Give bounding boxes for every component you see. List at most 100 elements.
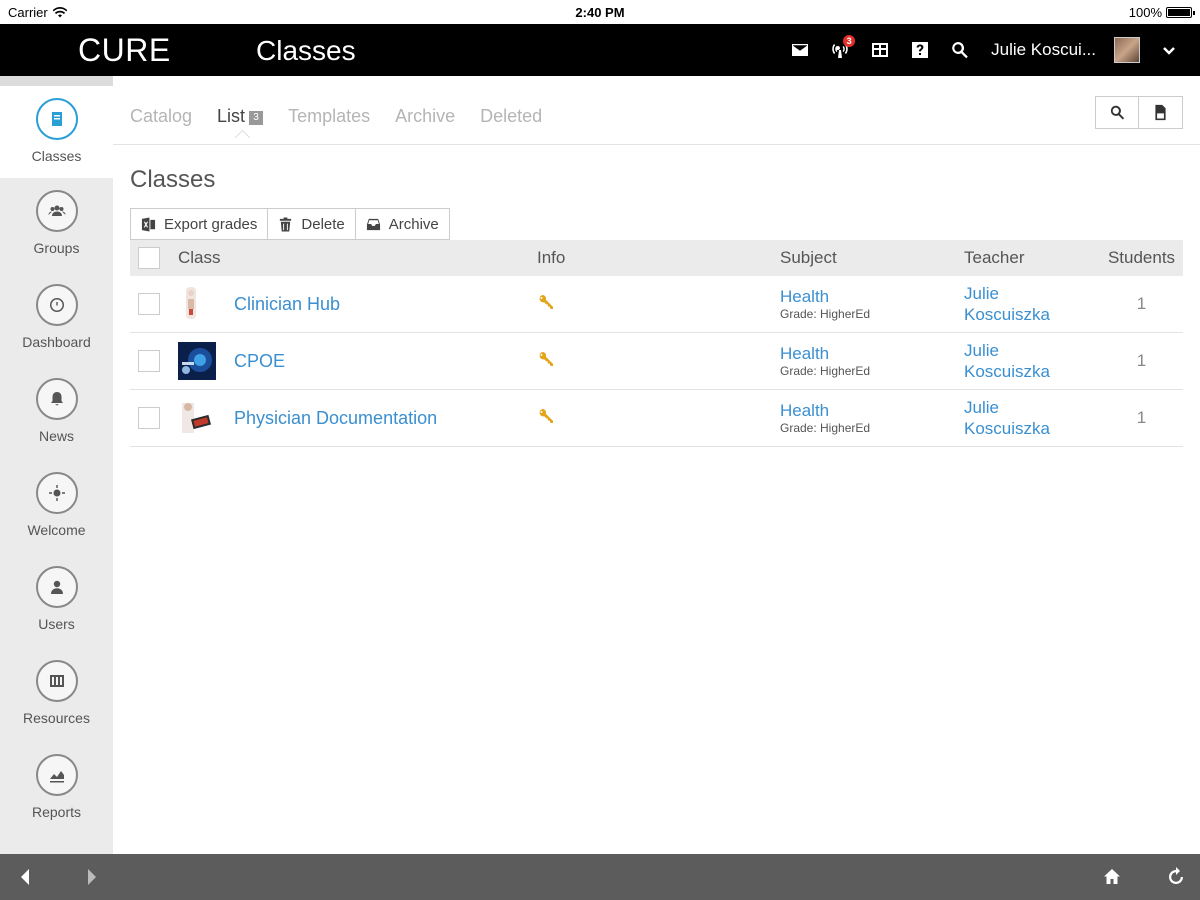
tab-count-badge: 3 [249, 111, 264, 125]
classes-icon [35, 98, 78, 140]
users-icon [35, 566, 78, 608]
reports-icon [35, 754, 78, 796]
delete-button[interactable]: Delete [268, 208, 356, 240]
home-icon [1104, 869, 1120, 884]
key-icon [537, 294, 555, 315]
tabs-divider [113, 144, 1200, 145]
sidebar-item-label: Groups [33, 240, 80, 256]
sidebar-item-label: Users [38, 616, 75, 632]
subject-link[interactable]: Health [780, 401, 964, 421]
column-header-subject[interactable]: Subject [780, 248, 964, 268]
page-title: Classes [256, 35, 356, 66]
teacher-last-name: Koscuiszka [964, 362, 1050, 381]
section-title: Classes [130, 166, 216, 193]
subject-link[interactable]: Health [780, 344, 964, 364]
teacher-link[interactable]: Julie Koscuiszka [964, 397, 1100, 439]
list-pdf-button[interactable] [1139, 96, 1183, 129]
tab-catalog[interactable]: Catalog [130, 106, 192, 127]
avatar[interactable] [1114, 37, 1140, 63]
row-checkbox[interactable] [138, 407, 160, 429]
class-name-link[interactable]: Physician Documentation [234, 408, 437, 429]
mail-button[interactable] [789, 39, 811, 61]
tab-templates[interactable]: Templates [288, 106, 370, 127]
brand-logo[interactable]: CURE [78, 32, 171, 69]
battery-info: 100% [1129, 5, 1195, 20]
forward-arrow-icon [88, 869, 96, 885]
help-button[interactable] [909, 39, 931, 61]
search-button[interactable] [949, 39, 971, 61]
teacher-last-name: Koscuiszka [964, 419, 1050, 438]
list-search-button[interactable] [1095, 96, 1139, 129]
teacher-first-name: Julie [964, 341, 999, 360]
groups-icon [35, 190, 78, 232]
user-menu-button[interactable] [1158, 39, 1180, 61]
bottom-toolbar [0, 854, 1200, 900]
sidebar-item-dashboard[interactable]: Dashboard [0, 272, 113, 366]
delete-label: Delete [301, 215, 345, 233]
tab-label: Templates [288, 106, 371, 126]
grid-icon [872, 43, 889, 57]
tab-archive[interactable]: Archive [395, 106, 455, 127]
key-icon [537, 351, 555, 372]
key-icon [537, 408, 555, 429]
app-header: CURE Classes 3 Julie Koscui... [0, 24, 1200, 76]
forward-button[interactable] [80, 865, 104, 889]
welcome-icon [35, 472, 78, 514]
sidebar-item-reports[interactable]: Reports [0, 742, 113, 836]
sidebar-item-label: News [38, 428, 74, 444]
chevron-down-icon [1163, 47, 1175, 55]
tab-label: Catalog [130, 106, 193, 126]
subject-link[interactable]: Health [780, 287, 964, 307]
sidebar-item-resources[interactable]: Resources [0, 648, 113, 742]
tab-list[interactable]: List 3 [217, 106, 264, 127]
news-icon [35, 378, 78, 420]
sidebar-item-groups[interactable]: Groups [0, 178, 113, 272]
header-toolbar: 3 Julie Koscui... [789, 24, 1180, 76]
teacher-first-name: Julie [964, 398, 999, 417]
select-all-checkbox[interactable] [138, 247, 160, 269]
user-name[interactable]: Julie Koscui... [991, 40, 1096, 60]
students-count[interactable]: 1 [1137, 408, 1146, 427]
search-icon [1110, 105, 1124, 120]
home-button[interactable] [1100, 865, 1124, 889]
export-grades-label: Export grades [164, 215, 258, 233]
refresh-icon [1169, 867, 1183, 884]
teacher-link[interactable]: Julie Koscuiszka [964, 340, 1100, 382]
teacher-first-name: Julie [964, 284, 999, 303]
grade-text: Grade: HigherEd [780, 307, 871, 321]
back-arrow-icon [21, 869, 29, 885]
search-icon [952, 42, 968, 59]
class-name-link[interactable]: CPOE [234, 351, 285, 372]
row-checkbox[interactable] [138, 293, 160, 315]
refresh-button[interactable] [1164, 865, 1188, 889]
tab-label: Archive [395, 106, 456, 126]
sidebar-item-users[interactable]: Users [0, 554, 113, 648]
students-count[interactable]: 1 [1137, 294, 1146, 313]
tab-deleted[interactable]: Deleted [480, 106, 542, 127]
main-content: Catalog List 3 Templates Archive Deleted … [113, 76, 1200, 854]
sidebar-item-welcome[interactable]: Welcome [0, 460, 113, 554]
column-header-students[interactable]: Students [1100, 248, 1183, 268]
class-thumbnail [178, 399, 216, 437]
back-button[interactable] [13, 865, 37, 889]
list-tools [1095, 96, 1183, 129]
class-name-link[interactable]: Clinician Hub [234, 294, 340, 315]
tab-label: Deleted [480, 106, 543, 126]
column-header-teacher[interactable]: Teacher [964, 248, 1100, 268]
export-grades-button[interactable]: Export grades [130, 208, 269, 240]
students-count[interactable]: 1 [1137, 351, 1146, 370]
column-header-info: Info [537, 248, 566, 267]
sidebar-item-news[interactable]: News [0, 366, 113, 460]
archive-label: Archive [388, 215, 439, 233]
sidebar: Classes Groups Dashboard News Welcome Us… [0, 76, 113, 854]
sidebar-item-label: Reports [31, 804, 82, 820]
sidebar-item-label: Classes [31, 148, 82, 164]
notifications-button[interactable]: 3 [829, 35, 856, 61]
grid-button[interactable] [869, 39, 891, 61]
teacher-link[interactable]: Julie Koscuiszka [964, 283, 1100, 325]
archive-button[interactable]: Archive [355, 208, 450, 240]
row-checkbox[interactable] [138, 350, 160, 372]
resources-icon [35, 660, 78, 702]
column-header-class[interactable]: Class [178, 248, 537, 268]
sidebar-item-classes[interactable]: Classes [0, 86, 113, 178]
